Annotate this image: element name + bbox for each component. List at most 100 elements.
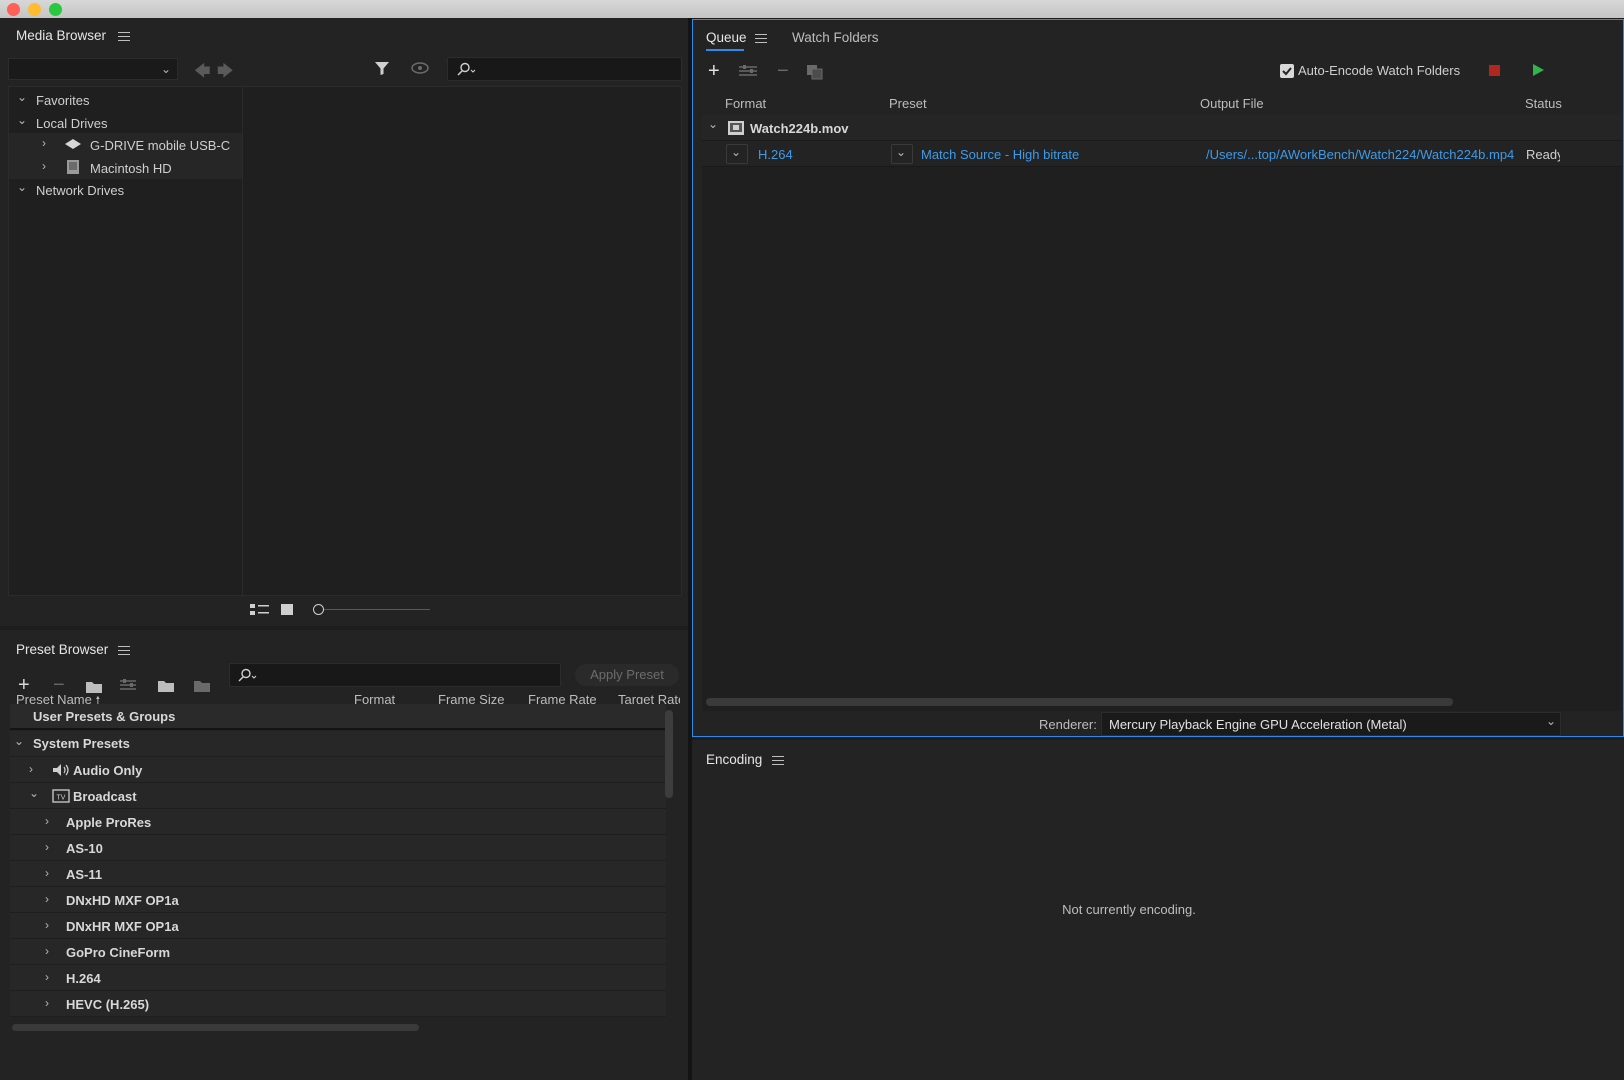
preset-settings-icon[interactable]	[119, 678, 137, 695]
svg-text:TV: TV	[57, 795, 66, 802]
chevron-right-icon[interactable]: ›	[42, 159, 46, 173]
broadcast-row[interactable]: ⌄ TV Broadcast	[10, 783, 666, 809]
tree-item-gdrive[interactable]: › G-DRIVE mobile USB-C	[9, 133, 242, 156]
chevron-right-icon[interactable]: ›	[42, 136, 46, 150]
queue-col-preset[interactable]: Preset	[889, 96, 927, 111]
broadcast-preset-row[interactable]: › DNxHD MXF OP1a	[10, 887, 666, 913]
export-preset-icon[interactable]	[192, 677, 212, 696]
preset-list-hscrollbar[interactable]	[12, 1024, 419, 1031]
media-search-input[interactable]	[447, 57, 682, 81]
add-source-icon[interactable]: +	[708, 60, 720, 83]
queue-col-format[interactable]: Format	[725, 96, 766, 111]
preset-list-vscrollbar[interactable]	[665, 710, 673, 798]
tree-item-network-drives[interactable]: ⌄ Network Drives	[9, 179, 242, 201]
search-icon	[457, 62, 476, 76]
chevron-down-icon[interactable]: ⌄	[29, 786, 39, 800]
renderer-label: Renderer:	[1039, 717, 1097, 732]
chevron-right-icon[interactable]: ›	[45, 944, 49, 958]
back-arrow-icon[interactable]: 🡄	[194, 60, 211, 87]
chevron-right-icon[interactable]: ›	[45, 970, 49, 984]
chevron-down-icon[interactable]: ⌄	[17, 180, 27, 194]
remove-item-icon[interactable]: −	[777, 60, 789, 83]
queue-settings-icon[interactable]	[738, 64, 758, 81]
queue-col-output[interactable]: Output File	[1200, 96, 1264, 111]
tab-queue[interactable]: Queue	[706, 30, 747, 45]
tab-watch-folders[interactable]: Watch Folders	[792, 30, 879, 45]
filter-icon[interactable]	[373, 59, 391, 80]
chevron-right-icon[interactable]: ›	[29, 762, 33, 776]
system-presets-label: System Presets	[33, 736, 130, 751]
auto-encode-checkbox[interactable]	[1280, 64, 1294, 78]
renderer-dropdown[interactable]: Mercury Playback Engine GPU Acceleration…	[1101, 712, 1561, 736]
chevron-down-icon[interactable]: ⌄	[17, 90, 27, 104]
list-view-icon[interactable]	[250, 604, 270, 619]
user-presets-row[interactable]: User Presets & Groups	[10, 704, 666, 730]
broadcast-preset-row[interactable]: › H.264	[10, 965, 666, 991]
queue-hscrollbar[interactable]	[706, 698, 1453, 706]
tree-item-favorites[interactable]: ⌄ Favorites	[9, 89, 242, 111]
chevron-down-icon[interactable]: ⌄	[708, 117, 718, 131]
preset-dropdown[interactable]: ⌄	[891, 144, 913, 164]
preset-browser-title: Preset Browser	[16, 642, 109, 657]
broadcast-preset-row[interactable]: › GoPro CineForm	[10, 939, 666, 965]
audio-only-row[interactable]: › Audio Only	[10, 757, 666, 783]
media-browser-menu-icon[interactable]	[118, 32, 130, 41]
start-queue-button[interactable]	[1531, 63, 1545, 80]
output-file-link[interactable]: /Users/...top/AWorkBench/Watch224/Watch2…	[1206, 147, 1514, 162]
media-browser-panel: Media Browser ⌄ 🡄 🡆 ⌄ Favorites ⌄ Local …	[0, 18, 690, 626]
tree-item-macintosh-hd[interactable]: › Macintosh HD	[9, 156, 242, 179]
close-window-button[interactable]	[7, 3, 20, 16]
queue-menu-icon[interactable]	[755, 34, 767, 43]
chevron-down-icon[interactable]: ⌄	[14, 734, 24, 748]
broadcast-preset-row[interactable]: › DNxHR MXF OP1a	[10, 913, 666, 939]
chevron-right-icon[interactable]: ›	[45, 892, 49, 906]
chevron-down-icon: ⌄	[160, 62, 171, 76]
zoom-slider-track[interactable]	[316, 609, 430, 610]
chevron-right-icon[interactable]: ›	[45, 814, 49, 828]
location-dropdown[interactable]: ⌄	[8, 58, 178, 80]
encoding-menu-icon[interactable]	[772, 756, 784, 765]
system-presets-row[interactable]: ⌄ System Presets	[10, 731, 666, 757]
chevron-right-icon[interactable]: ›	[45, 918, 49, 932]
broadcast-preset-row[interactable]: › Apple ProRes	[10, 809, 666, 835]
chevron-down-icon: ⌄	[896, 145, 907, 159]
icon-view-icon[interactable]	[281, 604, 293, 615]
tree-item-local-drives[interactable]: ⌄ Local Drives	[9, 112, 242, 134]
chevron-right-icon[interactable]: ›	[45, 840, 49, 854]
maximize-window-button[interactable]	[49, 3, 62, 16]
broadcast-preset-label: H.264	[66, 971, 101, 986]
media-content-pane	[243, 86, 682, 596]
minimize-window-button[interactable]	[28, 3, 41, 16]
format-link[interactable]: H.264	[758, 147, 793, 162]
preset-browser-panel: Preset Browser + − Apply Preset Preset N…	[0, 630, 690, 1080]
broadcast-preset-label: DNxHR MXF OP1a	[66, 919, 179, 934]
import-preset-icon[interactable]	[156, 677, 176, 696]
queue-source-row[interactable]: ⌄ Watch224b.mov	[702, 115, 1622, 141]
apply-preset-button[interactable]: Apply Preset	[575, 664, 679, 686]
macintosh-hd-label: Macintosh HD	[90, 161, 172, 176]
preset-list: User Presets & Groups ⌄ System Presets ›…	[10, 704, 678, 1036]
queue-panel: Queue Watch Folders + − Auto-Encode Watc…	[692, 19, 1624, 737]
queue-col-status[interactable]: Status	[1525, 96, 1562, 111]
format-dropdown[interactable]: ⌄	[726, 144, 748, 164]
stop-queue-button[interactable]	[1489, 65, 1500, 76]
chevron-right-icon[interactable]: ›	[45, 866, 49, 880]
zoom-slider-handle[interactable]	[313, 604, 324, 615]
broadcast-preset-row[interactable]: › AS-11	[10, 861, 666, 887]
local-drives-label: Local Drives	[36, 116, 108, 131]
chevron-down-icon: ⌄	[731, 145, 742, 159]
preset-browser-menu-icon[interactable]	[118, 646, 130, 655]
broadcast-preset-row[interactable]: › HEVC (H.265)	[10, 991, 666, 1017]
queue-output-row[interactable]: ⌄ H.264 ⌄ Match Source - High bitrate /U…	[702, 141, 1622, 167]
preset-search-input[interactable]	[229, 663, 561, 687]
preset-link[interactable]: Match Source - High bitrate	[921, 147, 1079, 162]
checkmark-icon	[1282, 67, 1292, 76]
view-eye-icon[interactable]	[411, 62, 429, 77]
broadcast-preset-row[interactable]: › AS-10	[10, 835, 666, 861]
encoding-title: Encoding	[706, 752, 763, 767]
chevron-right-icon[interactable]: ›	[45, 996, 49, 1010]
user-presets-label: User Presets & Groups	[33, 709, 176, 724]
forward-arrow-icon[interactable]: 🡆	[217, 60, 234, 87]
chevron-down-icon[interactable]: ⌄	[17, 113, 27, 127]
duplicate-icon[interactable]	[806, 64, 824, 83]
